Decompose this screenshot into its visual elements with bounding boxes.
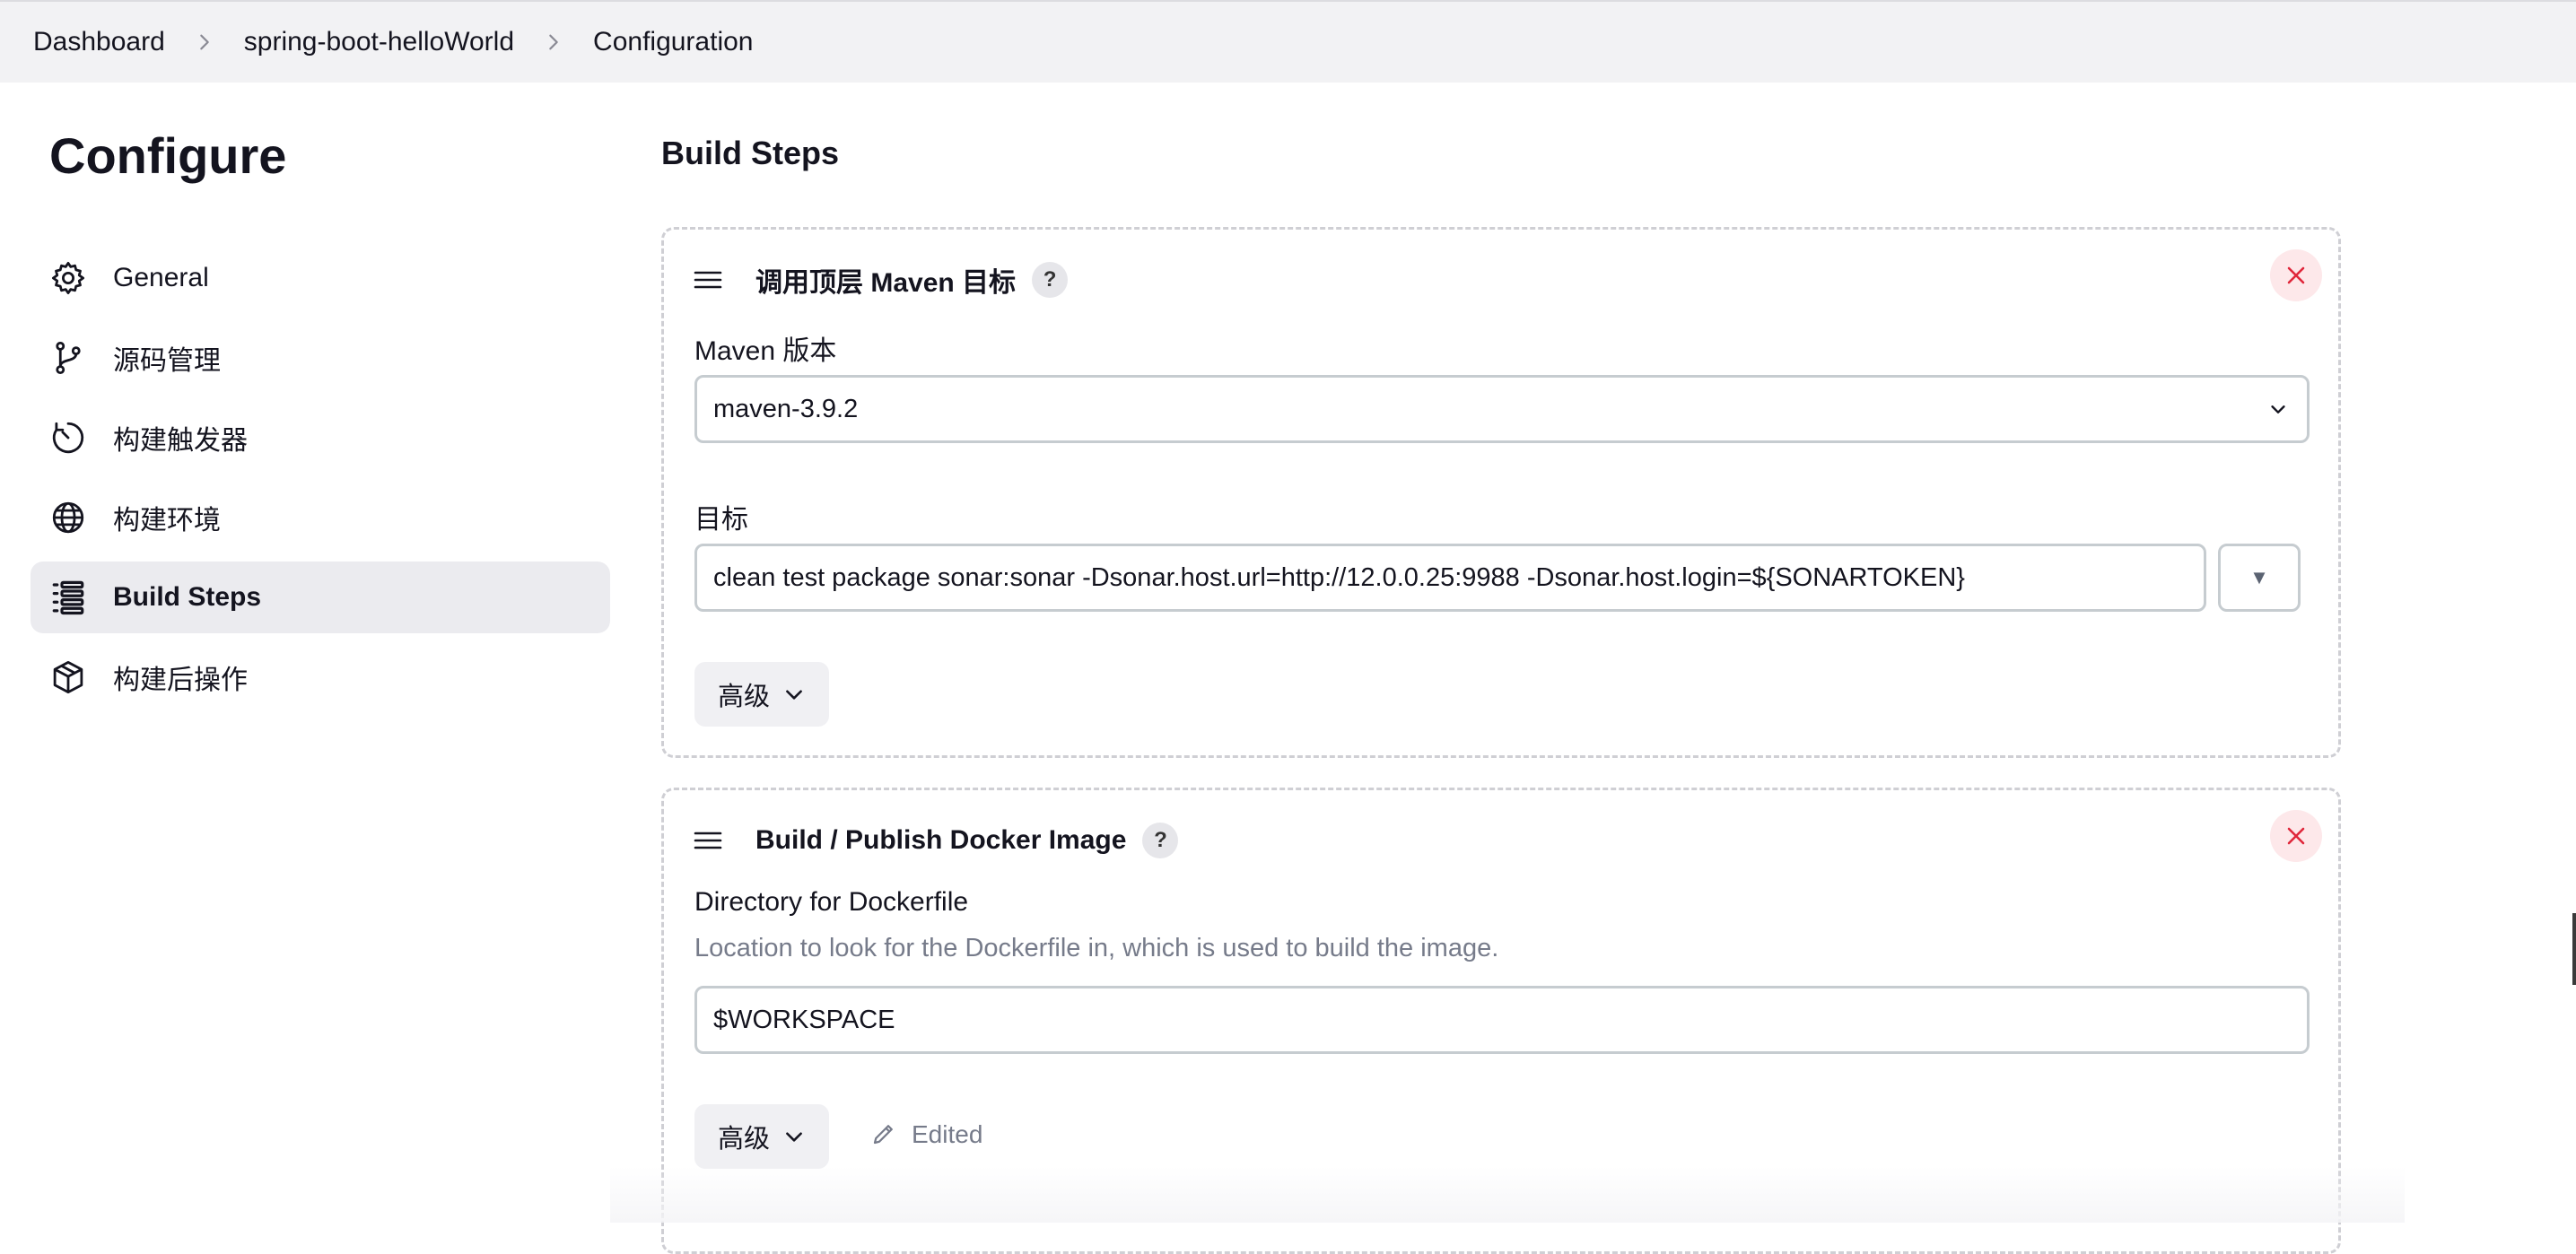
goals-value: clean test package sonar:sonar -Dsonar.h… (713, 562, 1965, 592)
edited-indicator: Edited (870, 1120, 982, 1149)
sidebar-item-label: 构建触发器 (113, 426, 248, 456)
dockerfile-dir-label: Directory for Dockerfile (694, 887, 969, 917)
section-title: Build Steps (661, 135, 840, 171)
maven-version-select[interactable]: maven-3.9.2 (694, 375, 2310, 443)
sidebar-item-label: General (113, 263, 209, 292)
delete-step-button[interactable] (2270, 810, 2322, 862)
chevron-down-icon (2266, 396, 2291, 422)
breadcrumb: Dashboard spring-boot-helloWorld Configu… (0, 0, 2576, 83)
chevron-down-icon (782, 1125, 806, 1148)
help-button[interactable]: ? (1032, 262, 1069, 298)
drag-handle-icon[interactable] (693, 825, 723, 856)
breadcrumb-configuration[interactable]: Configuration (593, 27, 753, 57)
sidebar-item-build-environment[interactable]: 构建环境 (31, 482, 610, 553)
chevron-right-icon (536, 24, 572, 60)
advanced-button[interactable]: 高级 (694, 662, 829, 727)
sidebar-item-source-control[interactable]: 源码管理 (31, 322, 610, 394)
maven-version-value: maven-3.9.2 (713, 394, 859, 423)
close-icon (2287, 827, 2305, 845)
build-step-maven: 调用顶层 Maven 目标 ? Maven 版本 maven-3.9.2 目标 … (661, 227, 2341, 758)
sidebar-item-label: 构建环境 (113, 506, 221, 536)
git-branch-icon (48, 338, 88, 378)
globe-icon (48, 498, 88, 537)
help-button[interactable]: ? (1142, 823, 1179, 858)
expand-arrow-icon: ▼ (2249, 566, 2269, 588)
breadcrumb-dashboard[interactable]: Dashboard (33, 27, 165, 57)
dockerfile-dir-value: $WORKSPACE (713, 1005, 895, 1034)
chevron-right-icon (187, 24, 223, 60)
list-steps-icon (48, 578, 88, 617)
scrollbar-thumb[interactable] (2572, 913, 2576, 985)
sidebar-item-build-triggers[interactable]: 构建触发器 (31, 402, 610, 474)
timer-icon (48, 418, 88, 457)
dockerfile-dir-description: Location to look for the Dockerfile in, … (694, 934, 1499, 962)
bottom-fade (610, 1166, 2405, 1223)
drag-handle-icon[interactable] (693, 265, 723, 295)
goals-label: 目标 (694, 505, 748, 535)
sidebar-item-general[interactable]: General (31, 242, 610, 314)
advanced-label: 高级 (717, 1125, 770, 1154)
expand-goals-button[interactable]: ▼ (2218, 544, 2301, 612)
page-title: Configure (49, 127, 287, 184)
step-title: 调用顶层 Maven 目标 (755, 268, 1017, 298)
edited-label: Edited (912, 1120, 983, 1148)
breadcrumb-job[interactable]: spring-boot-helloWorld (244, 27, 514, 57)
gear-icon (48, 258, 88, 298)
delete-step-button[interactable] (2270, 249, 2322, 301)
sidebar-item-label: 构建后操作 (113, 666, 248, 695)
sidebar-item-post-build[interactable]: 构建后操作 (31, 641, 610, 713)
dockerfile-dir-input[interactable]: $WORKSPACE (694, 986, 2310, 1054)
goals-input[interactable]: clean test package sonar:sonar -Dsonar.h… (694, 544, 2206, 612)
advanced-label: 高级 (717, 683, 770, 711)
close-icon (2287, 266, 2305, 284)
step-header: Build / Publish Docker Image ? (693, 815, 1179, 866)
step-header: 调用顶层 Maven 目标 ? (693, 255, 1069, 305)
sidebar-item-label: Build Steps (113, 582, 262, 612)
maven-version-label: Maven 版本 (694, 336, 837, 366)
sidebar-nav: General 源码管理 构建触发器 构建环境 Build Steps 构建后操… (31, 242, 610, 721)
step-title: Build / Publish Docker Image (755, 825, 1127, 855)
pencil-icon (870, 1120, 899, 1149)
sidebar-item-label: 源码管理 (113, 346, 221, 376)
package-icon (48, 657, 88, 697)
sidebar-item-build-steps[interactable]: Build Steps (31, 562, 610, 633)
chevron-down-icon (782, 683, 806, 706)
advanced-button[interactable]: 高级 (694, 1104, 829, 1169)
